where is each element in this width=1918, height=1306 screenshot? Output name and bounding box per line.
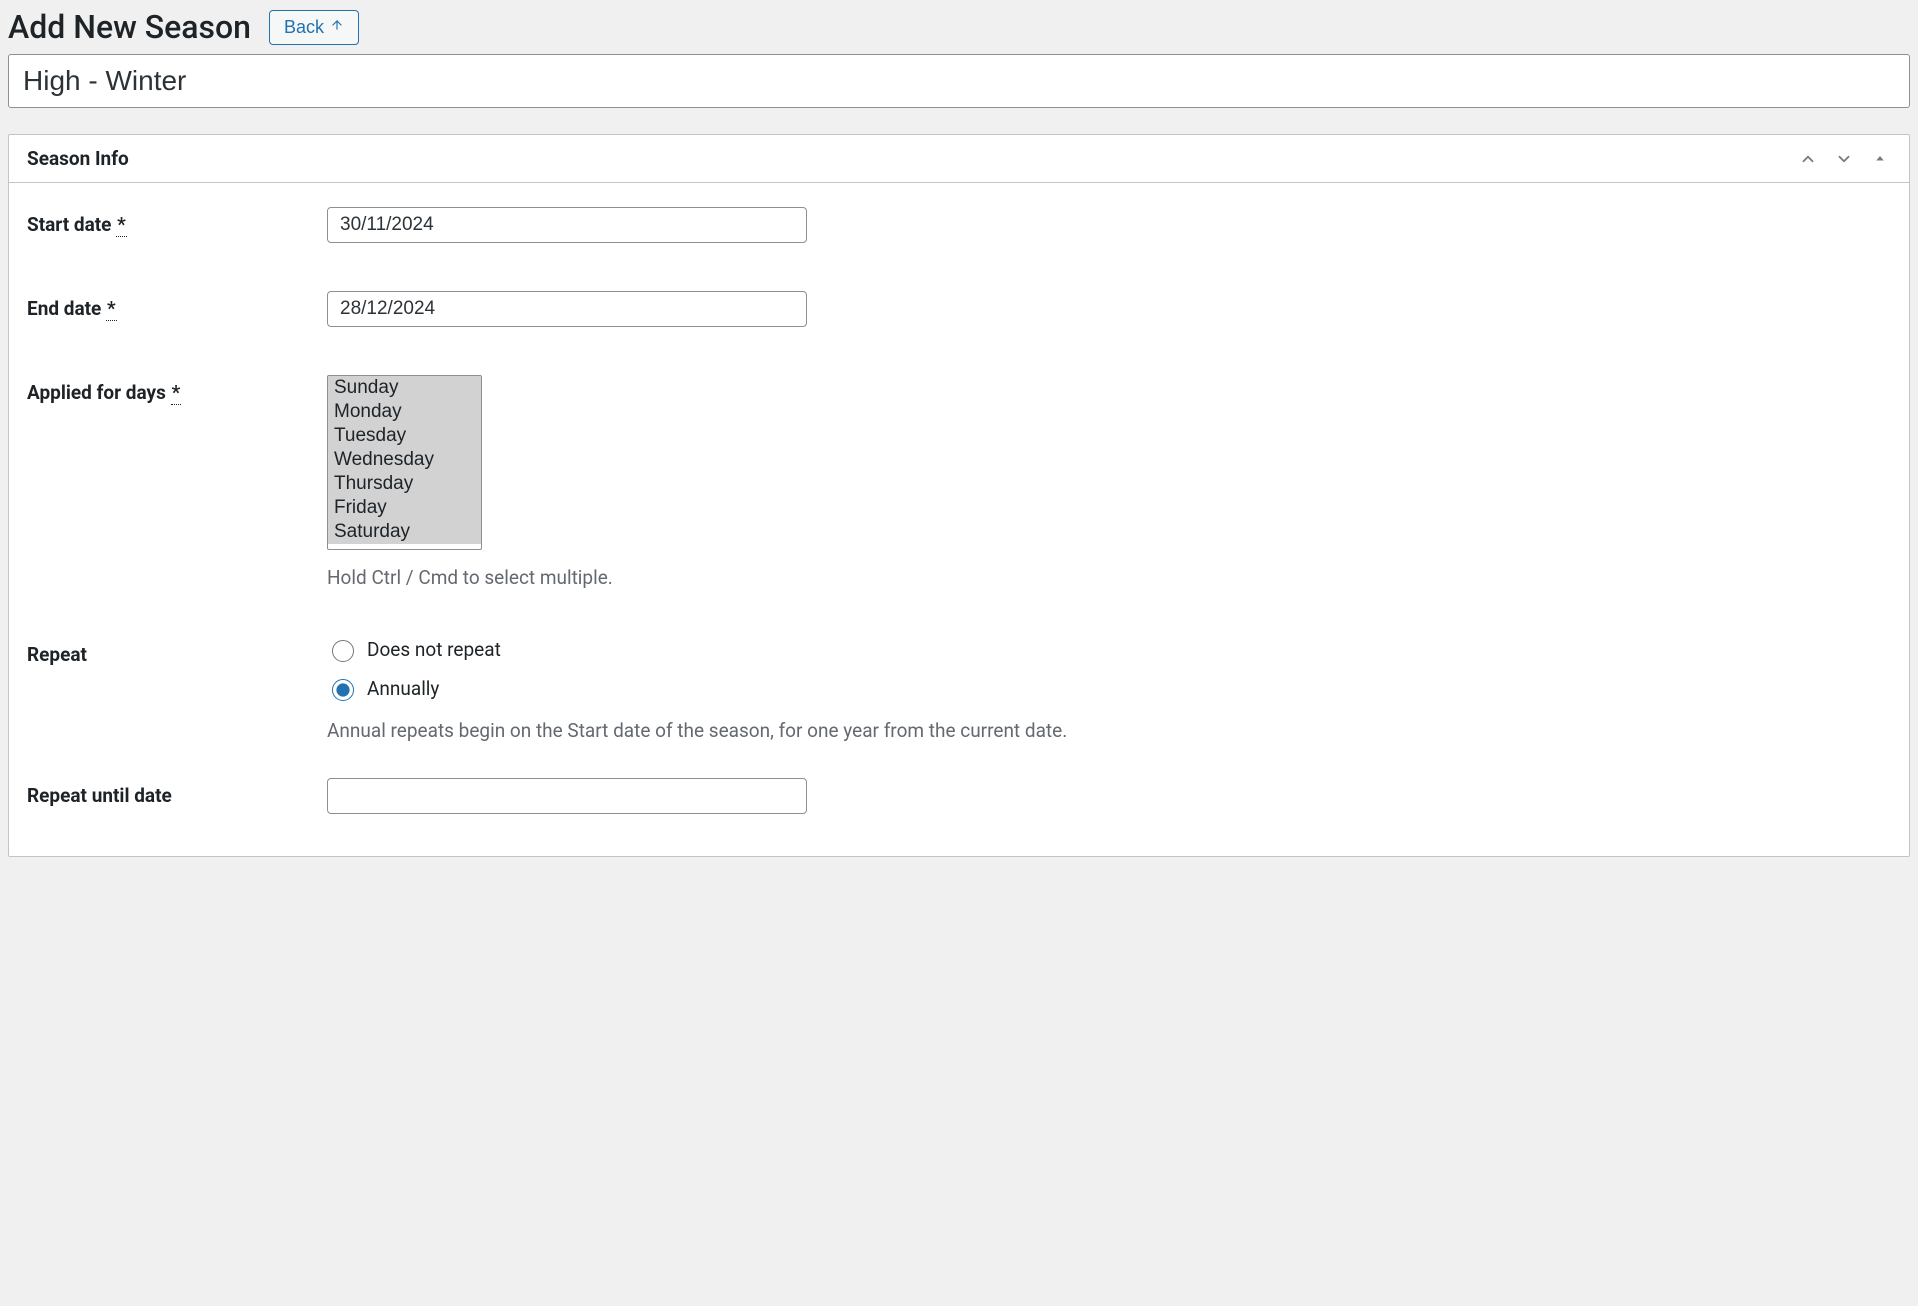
applied-days-select[interactable]: SundayMondayTuesdayWednesdayThursdayFrid… (327, 375, 482, 550)
repeat-radio-none-label: Does not repeat (367, 638, 501, 661)
day-option[interactable]: Tuesday (328, 424, 481, 448)
back-arrow-icon (330, 18, 344, 37)
required-mark: * (106, 297, 117, 321)
season-name-input[interactable] (8, 54, 1910, 108)
repeat-option-does-not-repeat[interactable]: Does not repeat (327, 637, 1891, 662)
metabox-handles (1797, 148, 1891, 170)
label-repeat: Repeat (27, 643, 87, 666)
repeat-radio-annually[interactable] (332, 679, 354, 701)
season-info-metabox: Season Info Start date * (8, 134, 1910, 857)
label-start-date: Start date * (27, 213, 127, 237)
label-applied-days: Applied for days * (27, 381, 181, 405)
chevron-up-icon (1799, 150, 1817, 168)
repeat-radio-annually-label: Annually (367, 677, 439, 700)
repeat-until-input[interactable] (327, 778, 807, 814)
day-option[interactable]: Saturday (328, 520, 481, 544)
row-applied-days: Applied for days * SundayMondayTuesdayWe… (27, 375, 1891, 589)
day-option[interactable]: Thursday (328, 472, 481, 496)
back-button[interactable]: Back (269, 10, 359, 45)
day-option[interactable]: Monday (328, 400, 481, 424)
label-repeat-until: Repeat until date (27, 784, 172, 807)
label-end-date: End date * (27, 297, 117, 321)
repeat-note: Annual repeats begin on the Start date o… (327, 719, 1891, 742)
repeat-option-annually[interactable]: Annually (327, 676, 1891, 701)
back-button-label: Back (284, 17, 324, 38)
row-repeat: Repeat Does not repeat Annually Annual r… (27, 637, 1891, 742)
day-option[interactable]: Sunday (328, 376, 481, 400)
row-start-date: Start date * (27, 207, 1891, 243)
triangle-up-icon (1871, 150, 1889, 168)
required-mark: * (116, 213, 127, 237)
toggle-panel-button[interactable] (1869, 148, 1891, 170)
day-option[interactable]: Wednesday (328, 448, 481, 472)
end-date-input[interactable] (327, 291, 807, 327)
move-up-button[interactable] (1797, 148, 1819, 170)
move-down-button[interactable] (1833, 148, 1855, 170)
applied-days-hint: Hold Ctrl / Cmd to select multiple. (327, 566, 1891, 589)
page-title: Add New Season (8, 8, 251, 46)
start-date-input[interactable] (327, 207, 807, 243)
repeat-radio-none[interactable] (332, 640, 354, 662)
row-end-date: End date * (27, 291, 1891, 327)
metabox-header: Season Info (9, 135, 1909, 183)
day-option[interactable]: Friday (328, 496, 481, 520)
page-header: Add New Season Back (8, 8, 1910, 54)
metabox-title: Season Info (27, 147, 129, 170)
row-repeat-until: Repeat until date (27, 778, 1891, 814)
required-mark: * (171, 381, 182, 405)
chevron-down-icon (1835, 150, 1853, 168)
metabox-body: Start date * End date * (9, 183, 1909, 856)
